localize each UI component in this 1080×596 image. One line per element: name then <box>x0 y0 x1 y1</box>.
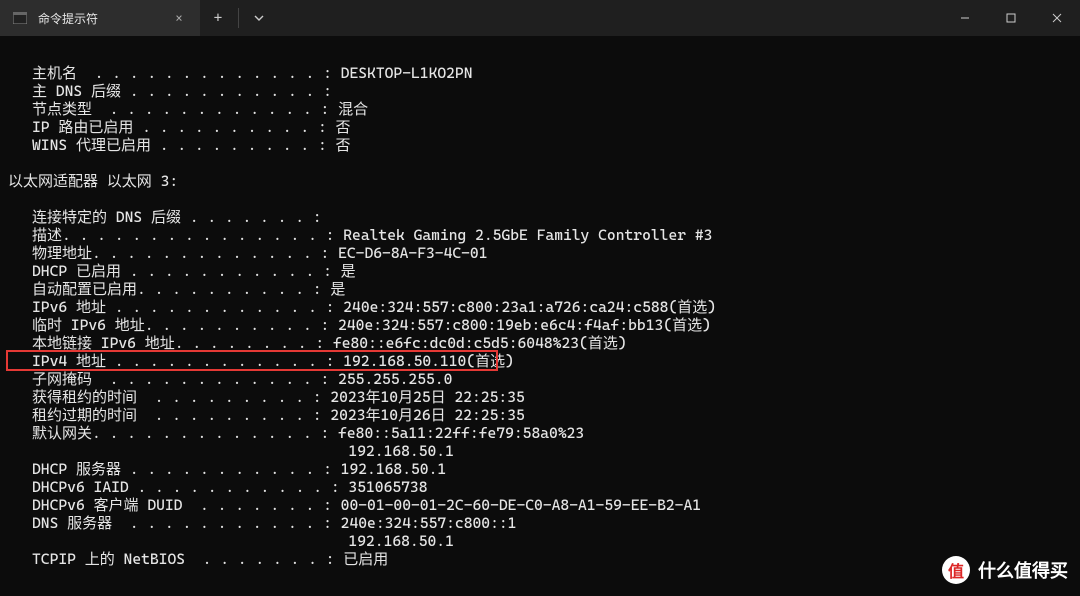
cmd-icon <box>12 10 28 26</box>
terminal-window: 命令提示符 × + 主机名 . . . . . . . . . . . . . … <box>0 0 1080 596</box>
output-line: 描述. . . . . . . . . . . . . . . : Realte… <box>8 226 1076 244</box>
new-tab-button[interactable]: + <box>200 0 236 36</box>
tab-divider <box>238 8 239 28</box>
output-line: 192.168.50.1 <box>8 442 1076 460</box>
output-line: 租约过期的时间 . . . . . . . . . : 2023年10月26日 … <box>8 406 1076 424</box>
output-line: WINS 代理已启用 . . . . . . . . . : 否 <box>8 136 1076 154</box>
window-controls <box>942 0 1080 36</box>
watermark-badge-icon: 值 <box>942 556 970 584</box>
close-window-button[interactable] <box>1034 0 1080 36</box>
output-line: DHCP 已启用 . . . . . . . . . . . : 是 <box>8 262 1076 280</box>
output-line: 本地链接 IPv6 地址. . . . . . . . : fe80::e6fc… <box>8 334 1076 352</box>
output-line: 子网掩码 . . . . . . . . . . . . : 255.255.2… <box>8 370 1076 388</box>
tab-active[interactable]: 命令提示符 × <box>0 0 200 36</box>
tab-dropdown-button[interactable] <box>241 0 277 36</box>
terminal-output[interactable]: 主机名 . . . . . . . . . . . . . : DESKTOP-… <box>0 36 1080 596</box>
output-line: IPv6 地址 . . . . . . . . . . . . : 240e:3… <box>8 298 1076 316</box>
output-line: 节点类型 . . . . . . . . . . . . : 混合 <box>8 100 1076 118</box>
blank-line <box>8 154 1076 172</box>
output-line: 默认网关. . . . . . . . . . . . . : fe80::5a… <box>8 424 1076 442</box>
output-line: DHCPv6 客户端 DUID . . . . . . . : 00-01-00… <box>8 496 1076 514</box>
maximize-button[interactable] <box>988 0 1034 36</box>
blank-line <box>8 46 1076 64</box>
output-line: 192.168.50.1 <box>8 532 1076 550</box>
watermark-text: 什么值得买 <box>978 557 1068 583</box>
output-line: 连接特定的 DNS 后缀 . . . . . . . : <box>8 208 1076 226</box>
output-line: 临时 IPv6 地址. . . . . . . . . . : 240e:324… <box>8 316 1076 334</box>
titlebar[interactable]: 命令提示符 × + <box>0 0 1080 36</box>
blank-line <box>8 190 1076 208</box>
tab-title: 命令提示符 <box>38 10 160 27</box>
output-line: IP 路由已启用 . . . . . . . . . . : 否 <box>8 118 1076 136</box>
adapter-heading: 以太网适配器 以太网 3: <box>8 172 1076 190</box>
output-line: DNS 服务器 . . . . . . . . . . . : 240e:324… <box>8 514 1076 532</box>
output-line: 主机名 . . . . . . . . . . . . . : DESKTOP-… <box>8 64 1076 82</box>
output-line: 主 DNS 后缀 . . . . . . . . . . . : <box>8 82 1076 100</box>
minimize-button[interactable] <box>942 0 988 36</box>
output-line: DHCP 服务器 . . . . . . . . . . . : 192.168… <box>8 460 1076 478</box>
output-line: 物理地址. . . . . . . . . . . . . : EC-D6-8A… <box>8 244 1076 262</box>
watermark: 值 什么值得买 <box>942 556 1068 584</box>
output-line: 自动配置已启用. . . . . . . . . . : 是 <box>8 280 1076 298</box>
output-line: IPv4 地址 . . . . . . . . . . . . : 192.16… <box>8 352 1076 370</box>
output-line: TCPIP 上的 NetBIOS . . . . . . . : 已启用 <box>8 550 1076 568</box>
titlebar-drag-area[interactable] <box>277 0 942 36</box>
output-line: 获得租约的时间 . . . . . . . . . : 2023年10月25日 … <box>8 388 1076 406</box>
output-line: DHCPv6 IAID . . . . . . . . . . . : 3510… <box>8 478 1076 496</box>
tab-close-button[interactable]: × <box>170 9 188 27</box>
